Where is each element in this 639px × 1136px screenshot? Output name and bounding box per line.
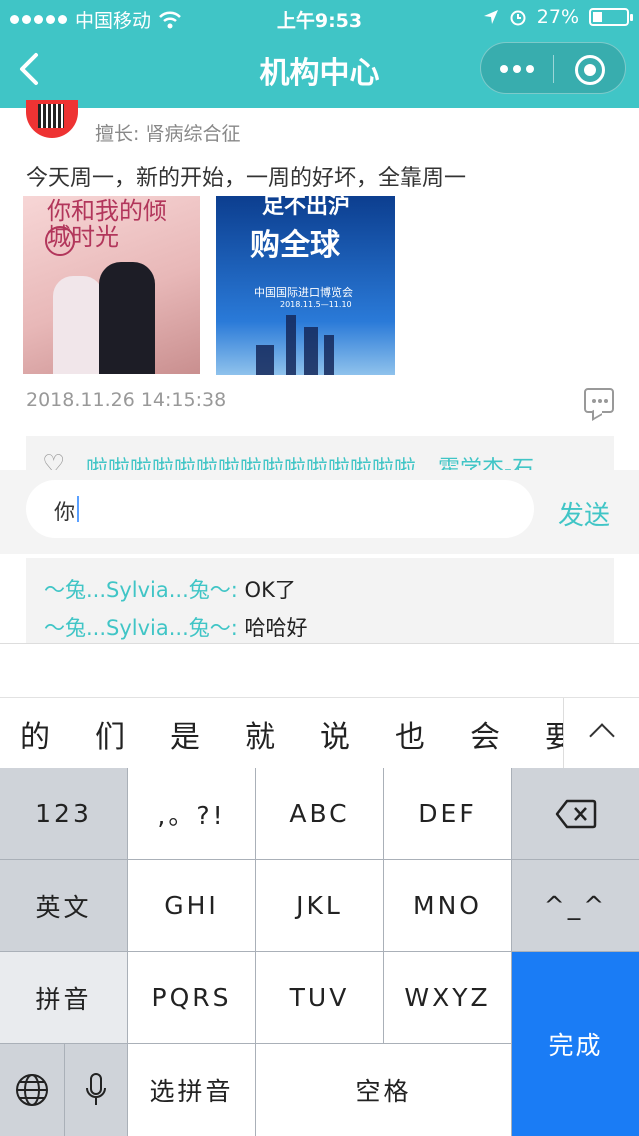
more-options-icon[interactable] [499, 59, 535, 79]
candidate-word[interactable]: 也 [395, 712, 425, 756]
top-bar: 中国移动 上午9:53 27% 机构中心 [0, 0, 639, 108]
comment-icon[interactable] [584, 388, 614, 413]
expo-slogan-1: 足不出沪 [262, 196, 351, 219]
status-bar: 中国移动 上午9:53 27% [0, 0, 639, 36]
skyline-building [324, 335, 334, 375]
text-caret [77, 496, 79, 522]
microphone-icon [86, 1073, 106, 1105]
close-miniprogram-icon[interactable] [575, 55, 605, 85]
key-jkl[interactable]: JKL [256, 860, 383, 951]
key-tuv[interactable]: TUV [256, 952, 383, 1043]
key-microphone[interactable] [65, 1044, 127, 1136]
candidate-word[interactable]: 们 [95, 712, 125, 756]
key-123[interactable]: 123 [0, 768, 127, 859]
poster-figure-woman [53, 276, 103, 374]
candidate-bar: 的 们 是 就 说 也 会 要 [0, 697, 639, 769]
poster-badge [45, 226, 75, 256]
send-button[interactable]: 发送 [558, 495, 610, 532]
comment-author[interactable]: ～兔...Sylvia...兔～: [44, 616, 238, 640]
expo-dates: 2018.11.5—11.10 [280, 300, 352, 309]
post-image-expo-poster[interactable]: 足不出沪 购全球 中国国际进口博览会 2018.11.5—11.10 [216, 196, 395, 375]
expo-name: 中国国际进口博览会 [254, 286, 353, 299]
alarm-icon [510, 10, 526, 26]
key-emoticon[interactable]: ^_^ [512, 860, 639, 951]
key-pqrs[interactable]: PQRS [128, 952, 255, 1043]
backspace-icon [555, 799, 596, 828]
post-image-drama-poster[interactable]: 你和我的倾城时光 [23, 196, 200, 374]
comment-item: ～兔...Sylvia...兔～: 哈哈好 [44, 612, 308, 642]
battery-icon [589, 8, 633, 26]
capsule-divider [553, 55, 554, 83]
expo-slogan-2: 购全球 [250, 228, 340, 263]
comments-box: ～兔...Sylvia...兔～: OK了 ～兔...Sylvia...兔～: … [26, 558, 614, 644]
key-select-pinyin[interactable]: 选拼音 [128, 1044, 255, 1136]
doctor-specialty: 擅长: 肾病综合征 [95, 123, 241, 145]
mini-program-capsule [480, 42, 626, 94]
candidate-word[interactable]: 的 [20, 712, 50, 756]
poster-figure-man [99, 262, 155, 374]
candidate-word[interactable]: 就 [245, 712, 275, 756]
comment-text: OK了 [244, 578, 296, 602]
comment-author[interactable]: ～兔...Sylvia...兔～: [44, 578, 238, 602]
expand-candidates-icon[interactable] [563, 698, 639, 769]
key-done[interactable]: 完成 [512, 952, 639, 1136]
key-mno[interactable]: MNO [384, 860, 511, 951]
key-pinyin[interactable]: 拼音 [0, 952, 127, 1043]
post-timestamp: 2018.11.26 14:15:38 [26, 389, 227, 411]
key-space[interactable]: 空格 [256, 1044, 511, 1136]
comment-input[interactable]: 你 [26, 480, 534, 538]
candidate-word[interactable]: 是 [170, 712, 200, 756]
qr-code-image [38, 104, 64, 128]
candidate-word[interactable]: 会 [470, 712, 500, 756]
comment-input-bar: 你 发送 [0, 470, 639, 554]
key-ghi[interactable]: GHI [128, 860, 255, 951]
key-wxyz[interactable]: WXYZ [384, 952, 511, 1043]
comment-input-value: 你 [54, 500, 75, 524]
keyboard-accessory-bar [0, 643, 639, 697]
skyline-building [256, 345, 274, 375]
globe-icon [16, 1074, 48, 1106]
skyline-building [304, 327, 318, 375]
skyline-building [286, 315, 296, 375]
key-backspace[interactable] [512, 768, 639, 859]
candidate-word[interactable]: 说 [320, 712, 350, 756]
key-english[interactable]: 英文 [0, 860, 127, 951]
post-text: 今天周一，新的开始，一周的好坏，全靠周一 [26, 166, 467, 191]
keyboard: 123 ,。?! ABC DEF 英文 GHI JKL MNO ^_^ 拼音 P… [0, 768, 639, 1136]
key-abc[interactable]: ABC [256, 768, 383, 859]
comment-text: 哈哈好 [244, 616, 308, 640]
battery-percent: 27% [536, 6, 579, 28]
location-icon [483, 10, 498, 24]
key-globe[interactable] [0, 1044, 64, 1136]
comment-item: ～兔...Sylvia...兔～: OK了 [44, 574, 296, 604]
key-def[interactable]: DEF [384, 768, 511, 859]
key-punctuation[interactable]: ,。?! [128, 768, 255, 859]
avatar[interactable] [26, 100, 78, 138]
